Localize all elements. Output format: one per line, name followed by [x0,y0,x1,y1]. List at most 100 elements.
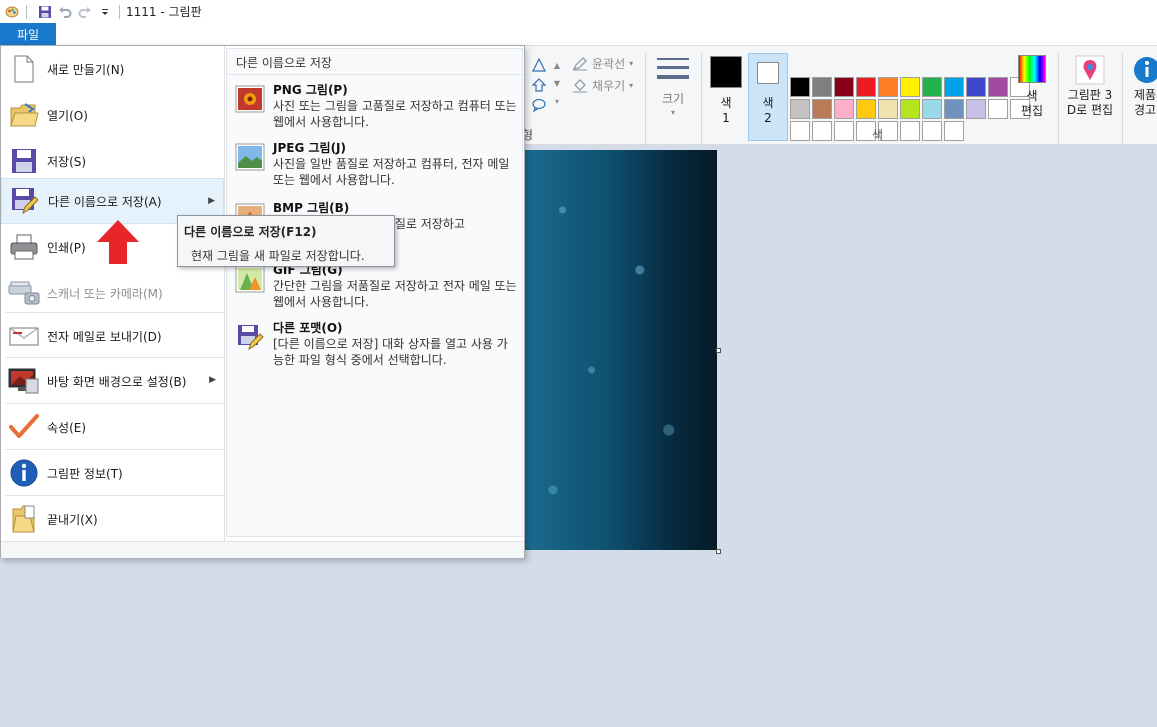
size-button[interactable]: 크기 ▾ [650,53,696,133]
email-icon [1,313,47,359]
save-as-submenu: 다른 이름으로 저장 PNG 그림(P) 사진 또는 그림을 고품질로 저장하고… [226,48,524,537]
palette-color-swatch[interactable] [856,77,876,97]
arrow-up-shape-icon[interactable] [532,78,546,92]
outline-dropdown[interactable]: 윤곽선 ▾ [572,55,633,72]
save-as-other-format[interactable]: 다른 포맷(O) [다른 이름으로 저장] 대화 상자를 열고 사용 가능한 파… [233,319,520,371]
menu-item-set-desktop-background[interactable]: 바탕 화면 배경으로 설정(B) ▶ [1,358,224,404]
menu-item-properties[interactable]: 속성(E) [1,404,224,450]
menu-item-open[interactable]: 열기(O) [1,92,224,138]
save-as-jpeg[interactable]: JPEG 그림(J) 사진을 일반 품질로 저장하고 컴퓨터, 전자 메일 또는… [233,139,520,191]
menu-item-email[interactable]: 전자 메일로 보내기(D) [1,313,224,359]
product-alert-button[interactable]: 제품 경고 [1128,53,1157,118]
triangle-shape-icon[interactable] [532,58,546,72]
size-label: 크기 [661,92,685,106]
save-as-tooltip: 다른 이름으로 저장(F12) 현재 그림을 새 파일로 저장합니다. [177,215,395,267]
gif-image-icon [235,265,265,293]
palette-color-swatch[interactable] [922,121,942,141]
submenu-header: 다른 이름으로 저장 [227,49,524,75]
palette-color-swatch[interactable] [944,77,964,97]
palette-color-swatch[interactable] [790,99,810,119]
palette-color-swatch[interactable] [856,99,876,119]
save-as-gif[interactable]: GIF 그림(G) 간단한 그림을 저품질로 저장하고 전자 메일 또는 웹에서… [233,261,520,313]
palette-color-swatch[interactable] [790,77,810,97]
color-palette[interactable] [790,77,1030,141]
title-bar: 1111 - 그림판 [0,0,1157,23]
palette-color-swatch[interactable] [834,77,854,97]
palette-color-swatch[interactable] [966,77,986,97]
paint3d-button[interactable]: 그림판 3 D로 편집 [1063,53,1117,118]
fill-label: 채우기 [592,79,626,93]
palette-color-swatch[interactable] [900,99,920,119]
edit-colors-label-1: 색 [1026,89,1038,103]
menu-item-new[interactable]: 새로 만들기(N) [1,46,224,92]
menu-item-exit[interactable]: 끝내기(X) [1,496,224,542]
png-image-icon [235,85,265,113]
palette-color-swatch[interactable] [988,77,1008,97]
group-separator [1122,53,1123,145]
paint3d-icon [1075,55,1105,85]
palette-color-swatch[interactable] [878,77,898,97]
palette-color-swatch[interactable] [922,77,942,97]
undo-icon[interactable] [57,4,73,20]
palette-color-swatch[interactable] [944,99,964,119]
group-separator [645,53,646,145]
color1-button[interactable]: 색 1 [707,53,745,141]
palette-color-swatch[interactable] [834,99,854,119]
file-menu: 새로 만들기(N) 열기(O) 저장(S) 다른 이름으로 저장(A) ▶ 인쇄… [0,45,525,558]
file-menu-commands: 새로 만들기(N) 열기(O) 저장(S) 다른 이름으로 저장(A) ▶ 인쇄… [1,46,224,541]
product-alert-label-1: 제품 [1134,88,1157,102]
colors-group-label: 색 [872,128,884,142]
size-line [657,58,689,60]
save-as-png[interactable]: PNG 그림(P) 사진 또는 그림을 고품질로 저장하고 컴퓨터 또는 웹에서… [233,81,520,133]
edit-colors-button[interactable]: 색 편집 [1012,53,1052,119]
info-icon [1134,57,1157,83]
menu-item-scanner[interactable]: 스캐너 또는 카메라(M) [1,270,224,316]
product-alert-label-2: 경고 [1134,103,1157,117]
color2-swatch [757,62,779,84]
ribbon-tabs: 파일 [0,23,1157,46]
submenu-item-desc: 사진 또는 그림을 고품질로 저장하고 컴퓨터 또는 웹에서 사용합니다. [273,99,517,129]
palette-color-swatch[interactable] [966,99,986,119]
palette-color-swatch[interactable] [944,121,964,141]
customize-quick-access-icon[interactable] [97,4,113,20]
menu-vertical-separator [224,46,225,541]
palette-color-swatch[interactable] [922,99,942,119]
save-icon[interactable] [37,4,53,20]
desktop-background-icon [1,358,47,404]
resize-handle-corner[interactable] [716,549,721,554]
palette-color-swatch[interactable] [812,99,832,119]
size-line [657,66,689,69]
menu-label: 인쇄(P) [47,240,86,255]
palette-color-swatch[interactable] [812,77,832,97]
color-spectrum-icon [1018,55,1046,83]
shapes-scroll[interactable]: ▲ ▼ ▾ [550,57,564,115]
save-as-icon [238,325,264,351]
menu-item-about[interactable]: 그림판 정보(T) [1,450,224,496]
submenu-item-desc: 간단한 그림을 저품질로 저장하고 전자 메일 또는 웹에서 사용합니다. [273,279,517,309]
canvas-image[interactable] [524,150,717,550]
chevron-down-icon: ▾ [629,59,634,68]
submenu-item-title: PNG 그림(P) [273,83,348,97]
speech-bubble-shape-icon[interactable] [532,98,546,112]
palette-color-swatch[interactable] [812,121,832,141]
menu-label: 열기(O) [47,108,88,123]
palette-color-swatch[interactable] [878,99,898,119]
tab-file[interactable]: 파일 [0,23,56,46]
fill-dropdown[interactable]: 채우기 ▾ [572,77,633,94]
palette-color-swatch[interactable] [900,121,920,141]
redo-icon[interactable] [77,4,93,20]
palette-color-swatch[interactable] [790,121,810,141]
palette-color-swatch[interactable] [988,99,1008,119]
palette-color-swatch[interactable] [834,121,854,141]
resize-handle-right[interactable] [716,348,721,353]
scanner-icon [1,270,47,316]
submenu-arrow-icon: ▶ [208,196,215,206]
submenu-item-title: JPEG 그림(J) [273,141,346,155]
palette-color-swatch[interactable] [900,77,920,97]
tooltip-title: 다른 이름으로 저장(F12) [184,225,317,239]
paint-app-icon[interactable] [4,4,20,20]
color2-button[interactable]: 색 2 [748,53,788,141]
jpeg-image-icon [235,143,265,171]
size-line [657,75,689,79]
color1-label: 색 [720,96,732,110]
